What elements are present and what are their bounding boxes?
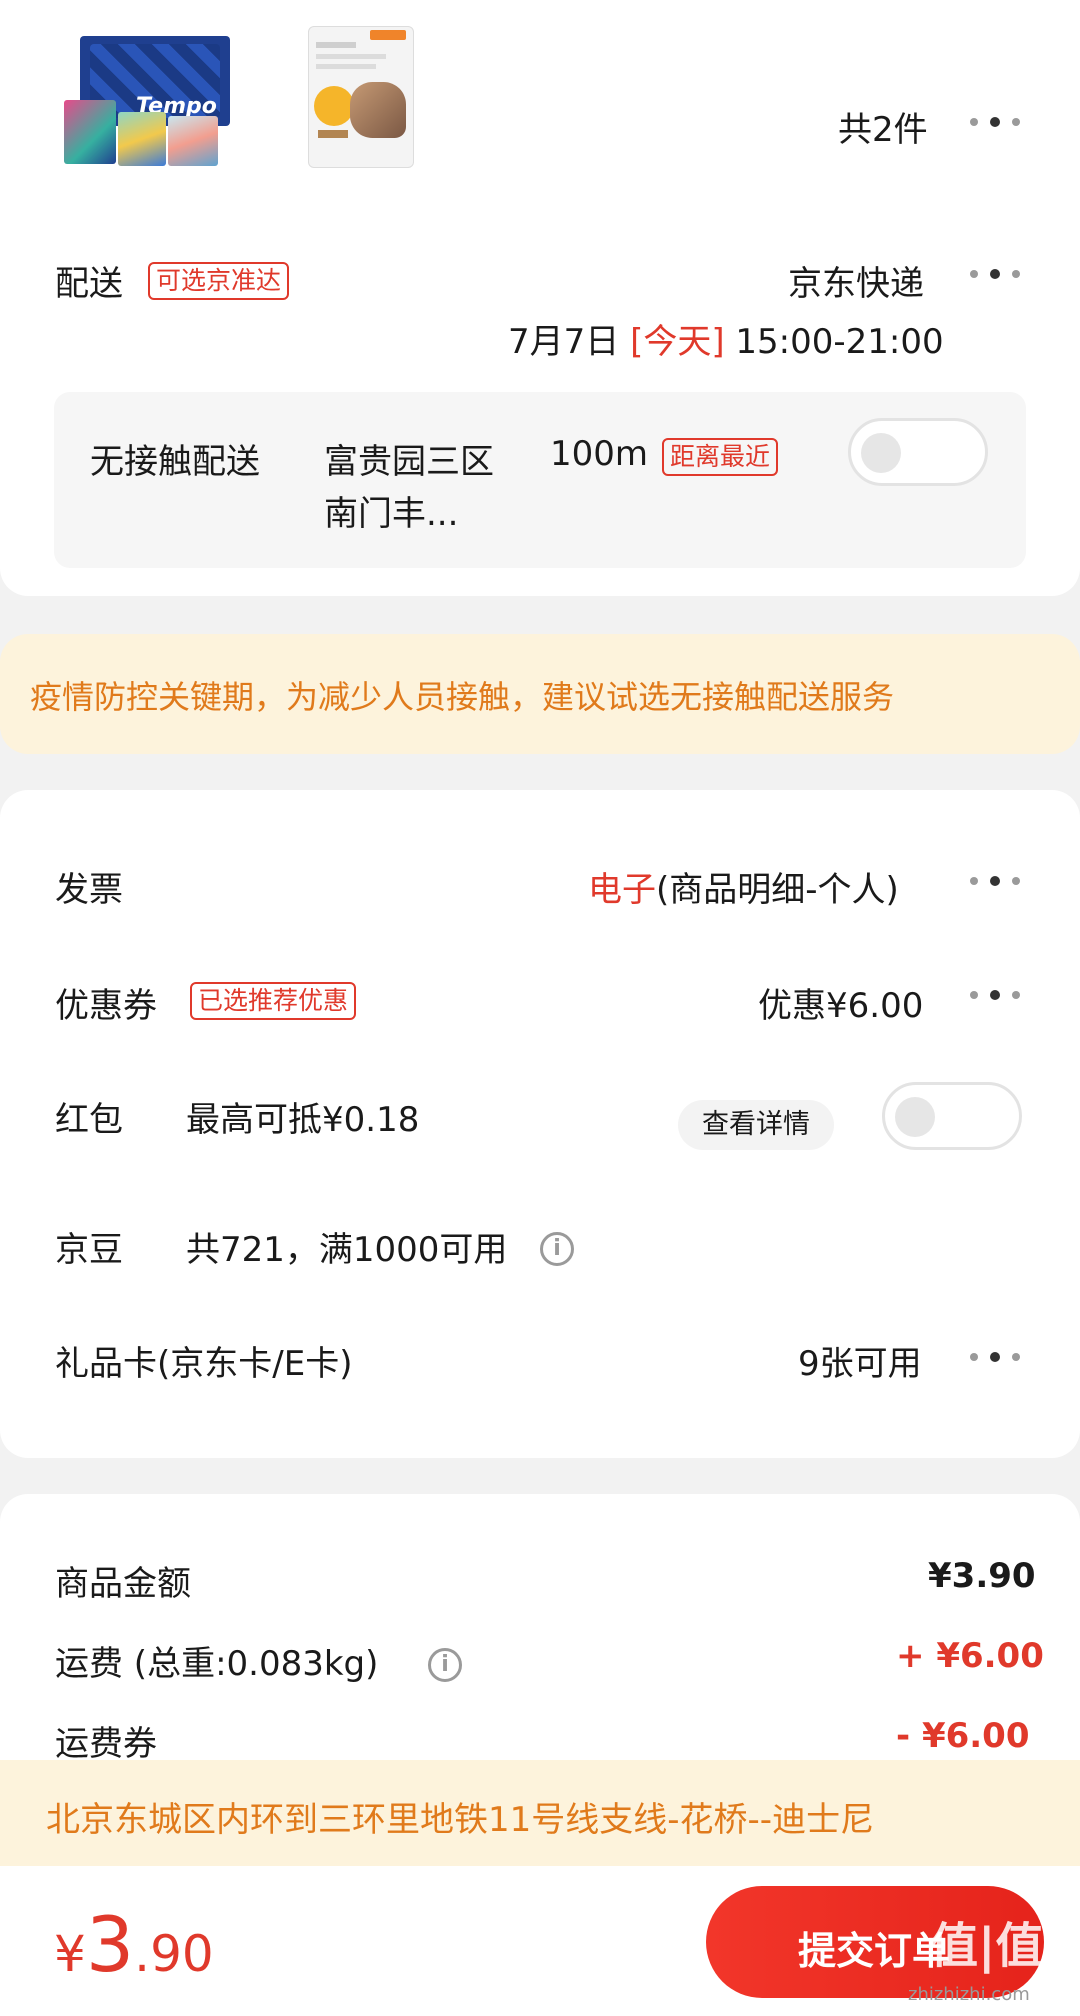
invoice-detail: (商品明细-个人) [656,870,899,910]
price-decimal: .90 [134,1925,214,1983]
product-badge [314,86,354,126]
redpacket-label: 红包 [55,1100,123,1140]
more-dots-icon[interactable] [970,267,1026,281]
invoice-type: 电子 [588,870,656,910]
shipping-coupon-value: - ¥6.00 [896,1716,1030,1756]
currency-symbol: ¥ [54,1925,86,1983]
shipping-label: 运费 (总重:0.083kg) [55,1644,379,1684]
watermark-logo: 值|值|值 [930,1918,1080,1974]
shipping-value: + ¥6.00 [896,1636,1044,1676]
bottom-bar: ¥3.90 提交订单 值|值|值 zhizhizhi.com [0,1866,1080,2016]
delivery-time-range: 15:00-21:00 [735,322,944,362]
giftcard-label: 礼品卡(京东卡/E卡) [55,1344,353,1384]
submit-order-label: 提交订单 [798,1929,951,1973]
shipping-coupon-label: 运费券 [55,1724,157,1764]
delivery-label: 配送 [55,264,123,304]
product-thumbnail-tempo[interactable]: Tempo [60,30,236,166]
coupon-label: 优惠券 [55,986,157,1026]
address-text: 北京东城区内环到三环里地铁11号线支线-花桥--迪士尼 [46,1800,875,1840]
delivery-time[interactable]: 7月7日 [今天] 15:00-21:00 [508,314,944,363]
redpacket-value: 最高可抵¥0.18 [186,1100,420,1140]
beans-value: 共721，满1000可用 [186,1230,508,1270]
delivery-date: 7月7日 [508,322,620,362]
more-dots-icon[interactable] [970,874,1026,888]
contactless-box: 无接触配送 富贵园三区 南门丰... 100m 距离最近 [54,392,1026,568]
beans-label: 京豆 [55,1230,123,1270]
location-line1: 富贵园三区 [324,442,494,482]
location-line2: 南门丰... [324,494,459,534]
nearest-tag: 距离最近 [662,438,779,476]
more-dots-icon[interactable] [970,115,1026,129]
giftcard-value[interactable]: 9张可用 [798,1336,922,1385]
coupon-value[interactable]: 优惠¥6.00 [758,978,923,1027]
coupon-tag: 已选推荐优惠 [190,982,357,1020]
product-count: 共2件 [838,110,928,150]
goods-amount-label: 商品金额 [55,1564,191,1604]
location-distance: 100m [550,434,649,474]
info-icon[interactable]: i [428,1648,462,1682]
goods-amount-value: ¥3.90 [928,1556,1036,1596]
contactless-toggle[interactable] [848,418,988,486]
redpacket-toggle[interactable] [882,1082,1022,1150]
order-card: Tempo 共2件 配送 可选京准达 京东快递 7月7日 [今天] 15:00-… [0,0,1080,596]
epidemic-notice: 疫情防控关键期，为减少人员接触，建议试选无接触配送服务 [0,634,1080,754]
invoice-value[interactable]: 电子(商品明细-个人) [588,862,899,911]
watermark-url: zhizhizhi.com [908,1984,1030,2005]
more-dots-icon[interactable] [970,1350,1026,1364]
jingzhunda-tag: 可选京准达 [148,262,290,300]
product-thumbnail-pad[interactable] [308,26,414,168]
price-integer: 3 [85,1900,135,1989]
address-bar[interactable]: 北京东城区内环到三环里地铁11号线支线-花桥--迪士尼 [0,1760,1080,1866]
invoice-label: 发票 [55,870,123,910]
options-card: 发票 电子(商品明细-个人) 优惠券 已选推荐优惠 优惠¥6.00 红包 最高可… [0,790,1080,1458]
view-details-button[interactable]: 查看详情 [678,1100,834,1150]
notice-text: 疫情防控关键期，为减少人员接触，建议试选无接触配送服务 [30,678,895,716]
info-icon[interactable]: i [540,1232,574,1266]
today-label: [今天] [630,322,725,362]
delivery-carrier[interactable]: 京东快递 [788,256,924,305]
total-price: ¥3.90 [54,1900,214,1989]
more-dots-icon[interactable] [970,988,1026,1002]
contactless-label: 无接触配送 [90,442,260,482]
